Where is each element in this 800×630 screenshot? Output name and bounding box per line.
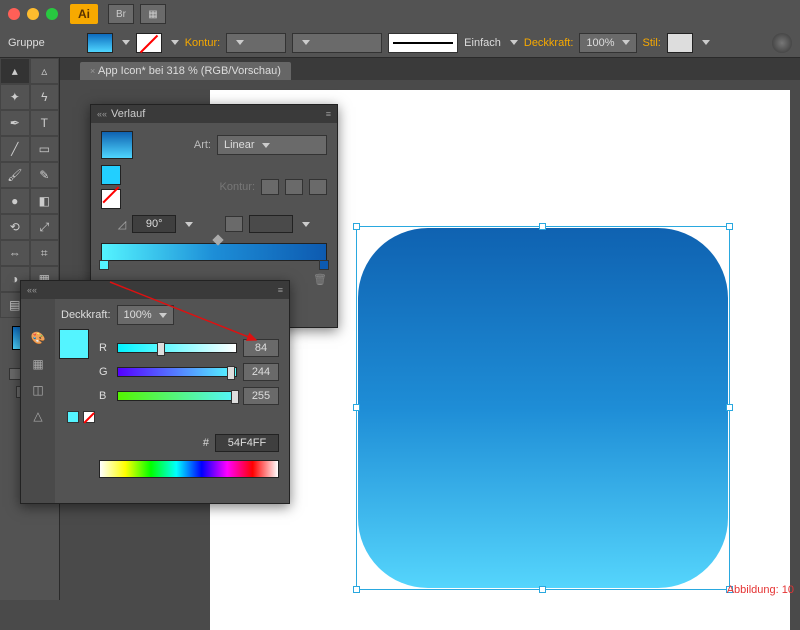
handle-n[interactable] bbox=[539, 223, 546, 230]
grad-stroke-swatch[interactable] bbox=[101, 189, 121, 209]
opacity-label: Deckkraft: bbox=[524, 37, 574, 49]
gradient-panel-title: Verlauf bbox=[111, 108, 145, 120]
selection-bounds bbox=[356, 226, 730, 590]
var-width-dropdown[interactable] bbox=[292, 33, 382, 53]
trash-icon[interactable]: 🗑 bbox=[313, 273, 327, 286]
swatches-icon[interactable]: ▦ bbox=[29, 355, 47, 373]
panel-menu-icon[interactable]: ≡ bbox=[326, 109, 331, 119]
window-controls bbox=[8, 8, 58, 20]
hex-field[interactable]: 54F4FF bbox=[215, 434, 279, 452]
angle-field[interactable]: 90° bbox=[132, 215, 176, 233]
opacity-value: 100% bbox=[586, 37, 614, 49]
free-transform-tool[interactable]: ⌗ bbox=[30, 240, 60, 266]
grad-fill-swatch[interactable] bbox=[101, 165, 121, 185]
r-label: R bbox=[99, 342, 111, 354]
tiny-swatch-color[interactable] bbox=[67, 411, 79, 423]
brush-style-label: Einfach bbox=[464, 37, 501, 49]
aspect-field[interactable] bbox=[249, 215, 293, 233]
b-value[interactable]: 255 bbox=[243, 387, 279, 405]
r-slider[interactable] bbox=[117, 343, 237, 353]
stroke-weight-dropdown[interactable] bbox=[226, 33, 286, 53]
lasso-tool[interactable]: ϟ bbox=[30, 84, 60, 110]
stroke-swatch[interactable] bbox=[136, 33, 162, 53]
arrange-button[interactable]: ▦ bbox=[140, 4, 166, 24]
stroke-across-btn[interactable] bbox=[309, 179, 327, 195]
grad-stroke-label: Kontur: bbox=[220, 181, 255, 193]
midpoint-diamond[interactable] bbox=[212, 234, 223, 245]
b-slider[interactable] bbox=[117, 391, 237, 401]
gradient-stop-left[interactable] bbox=[99, 260, 109, 270]
gradient-ramp[interactable] bbox=[101, 243, 327, 261]
gradient-panel-header[interactable]: «« Verlauf ≡ bbox=[91, 105, 337, 123]
gradient-type-dropdown[interactable]: Linear bbox=[217, 135, 327, 155]
minimize-icon[interactable] bbox=[27, 8, 39, 20]
illustrator-logo: Ai bbox=[70, 4, 98, 24]
color-panel-sidebar: 🎨 ▦ ◫ △ bbox=[21, 299, 55, 503]
warning-icon[interactable]: △ bbox=[29, 407, 47, 425]
color-panel-header[interactable]: «« ≡ bbox=[21, 281, 289, 299]
color-panel: «« ≡ Deckkraft: 100% 🎨 ▦ ◫ △ R 84 G 244 … bbox=[20, 280, 290, 504]
graphic-style-swatch[interactable] bbox=[667, 33, 693, 53]
stroke-along-btn[interactable] bbox=[285, 179, 303, 195]
g-slider[interactable] bbox=[117, 367, 237, 377]
hex-hash: # bbox=[203, 437, 209, 449]
tiny-swatch-none[interactable] bbox=[83, 411, 95, 423]
palette-icon[interactable]: 🎨 bbox=[29, 329, 47, 347]
rectangle-tool[interactable]: ▭ bbox=[30, 136, 60, 162]
handle-nw[interactable] bbox=[353, 223, 360, 230]
gradient-preview-swatch[interactable] bbox=[101, 131, 133, 159]
scale-tool[interactable]: ⤢ bbox=[30, 214, 60, 240]
r-value[interactable]: 84 bbox=[243, 339, 279, 357]
control-bar: Gruppe Kontur: Einfach Deckkraft: 100% S… bbox=[0, 28, 800, 58]
document-tabs: × App Icon* bei 318 % (RGB/Vorschau) bbox=[0, 58, 800, 80]
document-tab-label: App Icon* bei 318 % (RGB/Vorschau) bbox=[98, 65, 281, 77]
line-tool[interactable]: ╱ bbox=[0, 136, 30, 162]
document-tab[interactable]: × App Icon* bei 318 % (RGB/Vorschau) bbox=[80, 62, 291, 80]
selection-type-label: Gruppe bbox=[8, 37, 45, 49]
document-setup-icon[interactable] bbox=[772, 33, 792, 53]
handle-sw[interactable] bbox=[353, 586, 360, 593]
fill-swatch[interactable] bbox=[87, 33, 113, 53]
figure-caption: Abbildung: 10 bbox=[727, 584, 794, 596]
blob-brush-tool[interactable]: ● bbox=[0, 188, 30, 214]
rotate-tool[interactable]: ⟲ bbox=[0, 214, 30, 240]
magic-wand-tool[interactable]: ✦ bbox=[0, 84, 30, 110]
aspect-btn[interactable] bbox=[225, 216, 243, 232]
g-label: G bbox=[99, 366, 111, 378]
cube-icon[interactable]: ◫ bbox=[29, 381, 47, 399]
eraser-tool[interactable]: ◧ bbox=[30, 188, 60, 214]
width-tool[interactable]: ⇔ bbox=[0, 240, 30, 266]
gradient-type-label: Art: bbox=[194, 139, 211, 151]
paintbrush-tool[interactable]: 🖌 bbox=[0, 162, 30, 188]
handle-e[interactable] bbox=[726, 404, 733, 411]
color-mode-btn[interactable] bbox=[9, 368, 21, 380]
bridge-button[interactable]: Br bbox=[108, 4, 134, 24]
stroke-label: Kontur: bbox=[185, 37, 220, 49]
mac-titlebar: Ai Br ▦ bbox=[0, 0, 800, 28]
g-value[interactable]: 244 bbox=[243, 363, 279, 381]
pen-tool[interactable]: ✒ bbox=[0, 110, 30, 136]
close-icon[interactable] bbox=[8, 8, 20, 20]
handle-s[interactable] bbox=[539, 586, 546, 593]
type-tool[interactable]: T bbox=[30, 110, 60, 136]
panel-menu-icon[interactable]: ≡ bbox=[278, 285, 283, 295]
opacity-dropdown[interactable]: 100% bbox=[579, 33, 636, 53]
selection-tool[interactable]: ▴ bbox=[0, 58, 30, 84]
gradient-stop-right[interactable] bbox=[319, 260, 329, 270]
angle-icon: ◿ bbox=[118, 218, 126, 231]
brush-preview[interactable] bbox=[388, 33, 458, 53]
direct-selection-tool[interactable]: ▵ bbox=[30, 58, 60, 84]
style-label: Stil: bbox=[643, 37, 661, 49]
b-label: B bbox=[99, 390, 111, 402]
handle-w[interactable] bbox=[353, 404, 360, 411]
pencil-tool[interactable]: ✎ bbox=[30, 162, 60, 188]
maximize-icon[interactable] bbox=[46, 8, 58, 20]
handle-ne[interactable] bbox=[726, 223, 733, 230]
stroke-in-btn[interactable] bbox=[261, 179, 279, 195]
spectrum-bar[interactable] bbox=[99, 460, 279, 478]
